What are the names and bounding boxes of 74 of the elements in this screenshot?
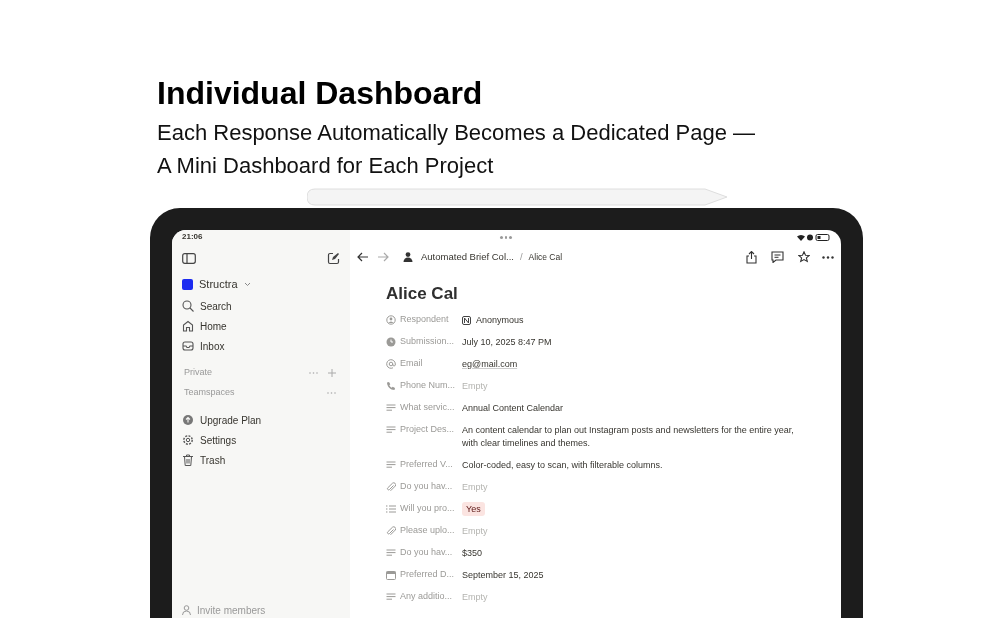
person-icon [182,605,191,615]
inbox-icon [182,340,194,352]
sidebar-item[interactable]: Inbox [182,336,340,356]
sidebar-item[interactable]: Search [182,296,340,316]
page-title: Alice Cal [386,283,459,305]
property-label: What servic... [400,401,455,415]
property-label: Respondent [400,313,449,327]
text-lines-icon [386,403,396,413]
sidebar-toggle-icon[interactable] [182,252,196,264]
property-value: Empty [462,525,488,538]
property-value: Empty [462,380,488,393]
person-icon [403,252,413,262]
property-value: An content calendar to plan out Instagram posts and newsletters for the entire year, with clear timelines and themes. [462,424,795,450]
property-label: Email [400,357,423,371]
back-arrow-icon[interactable] [357,252,369,262]
workspace-name[interactable]: Structra [199,275,238,293]
home-icon [182,320,194,332]
breadcrumb-separator: / [519,249,523,264]
property-value: July 10, 2025 8:47 PM [462,336,552,349]
property-label: Please uplo... [400,524,455,538]
property-label: Preferred D... [400,568,455,582]
headline: Individual Dashboard [157,74,484,112]
clock-icon [386,337,396,347]
person-name: Anonymous [476,314,524,327]
text-lines-icon [386,460,396,470]
search-icon [182,300,194,312]
property-value: $350 [462,547,483,560]
text-lines-icon [386,425,396,435]
share-icon[interactable] [746,250,757,264]
sidebar-item[interactable]: Settings [182,430,340,450]
property-value: Empty [462,481,488,494]
property-value: September 15, 2025 [462,569,544,582]
text-lines-icon [386,592,396,602]
settings-icon [182,434,194,446]
property-label: Will you pro... [400,502,455,516]
property-label: Any additio... [400,590,453,604]
email-link[interactable]: eg@mail.com [462,357,518,371]
property-label: Submission... [400,335,455,349]
property-label: Preferred V... [400,458,453,472]
property-value: Empty [462,591,488,604]
more-icon[interactable] [822,255,834,259]
chevron-down-icon[interactable] [243,281,251,287]
status-time: 21:06 [182,231,204,243]
multitask-dots-icon[interactable] [500,236,512,239]
avatar-icon [462,315,471,325]
calendar-icon [386,570,396,580]
paperclip-icon [386,526,396,536]
at-sign-icon [386,359,396,369]
workspace-logo-icon [182,278,193,290]
person-circle-icon [386,315,396,325]
list-icon [386,504,396,514]
breadcrumb-link[interactable]: Automated Brief Col... [421,249,514,265]
subtitle-line: Each Response Automatically Becomes a Dedicated Page — [157,119,756,147]
sidebar-item[interactable]: Trash [182,450,340,470]
property-label: Do you hav... [400,480,453,494]
paperclip-icon [386,482,396,492]
sidebar-item[interactable]: Home [182,316,340,336]
sidebar-item[interactable]: Upgrade Plan [182,410,340,430]
phone-icon [386,381,396,391]
upgrade-icon [182,414,194,426]
property-label: Phone Num... [400,379,456,393]
property-label: Project Des... [400,423,455,437]
comment-icon[interactable] [771,251,784,263]
property-value: Color-coded, easy to scan, with filterable columns. [462,459,663,472]
star-icon[interactable] [798,251,810,263]
text-lines-icon [386,548,396,558]
property-label: Do you hav... [400,546,453,560]
subtitle-line: A Mini Dashboard for Each Project [157,152,495,180]
breadcrumb-link[interactable]: Alice Cal [528,250,563,264]
property-value: Annual Content Calendar [462,402,564,415]
compose-icon[interactable] [327,251,340,265]
status-icons [797,234,831,241]
select-tag[interactable]: Yes [462,502,485,516]
trash-icon [182,454,194,466]
